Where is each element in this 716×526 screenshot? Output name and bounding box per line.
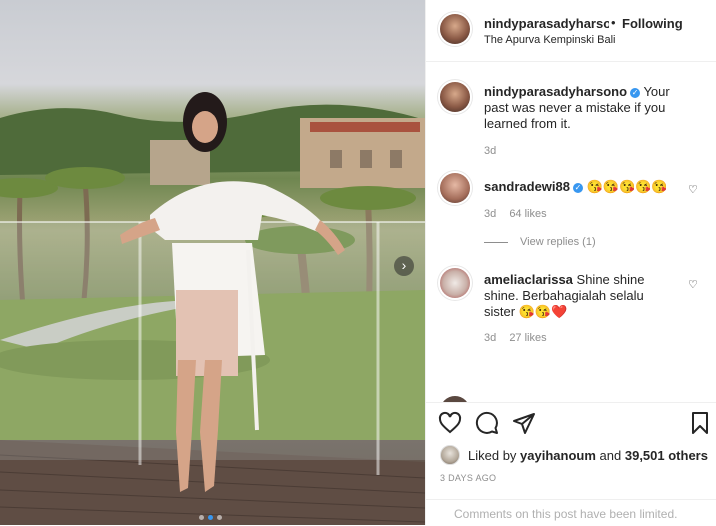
- carousel-dot-active: [208, 515, 213, 520]
- share-paper-plane-icon[interactable]: [512, 411, 536, 435]
- post-side-panel: nindyparasadyharsono • Following The Apu…: [425, 0, 716, 525]
- carousel-dots: [199, 515, 222, 520]
- author-username[interactable]: nindyparasadyharsono: [484, 16, 609, 31]
- carousel-dot: [217, 515, 222, 520]
- commenter-avatar[interactable]: [440, 268, 470, 298]
- liked-conjunction: and: [599, 447, 622, 463]
- comment-likes[interactable]: 64 likes: [509, 208, 546, 220]
- verified-badge-icon: ✓: [573, 183, 583, 193]
- commenter-avatar[interactable]: [440, 173, 470, 203]
- comment-likes[interactable]: 27 likes: [509, 332, 546, 344]
- caption-body: nindyparasadyharsono ✓ Your past was neve…: [484, 84, 684, 132]
- caption-meta: 3d: [484, 145, 506, 157]
- caption-author-avatar[interactable]: [440, 82, 470, 112]
- comment-username[interactable]: ameliaclarissa: [484, 272, 573, 287]
- photo-scene: [0, 92, 425, 525]
- like-comment-heart-icon[interactable]: ♡: [688, 278, 699, 291]
- likes-count-link[interactable]: 39,501 others: [625, 448, 708, 463]
- comment-bubble-icon[interactable]: [475, 411, 499, 435]
- chevron-right-icon: ›: [401, 257, 407, 273]
- verified-badge-icon: ✓: [630, 88, 641, 98]
- header-separator: •: [611, 15, 616, 30]
- liker-username[interactable]: yayihanoum: [520, 448, 596, 463]
- view-replies-button[interactable]: View replies (1): [484, 236, 596, 248]
- comment-body: ameliaclarissa Shine shine shine. Berbah…: [484, 272, 674, 320]
- comment-time[interactable]: 3d: [484, 208, 496, 220]
- author-avatar[interactable]: [440, 14, 470, 44]
- liked-prefix: Liked by: [468, 447, 517, 463]
- comment-body: sandradewi88 ✓ 😘😘😘😘😘: [484, 179, 684, 195]
- comment-meta: 3d 64 likes: [484, 208, 557, 220]
- post-actions: Liked by yayihanoum and 39,501 others 3 …: [426, 402, 716, 525]
- liked-by-row: Liked by yayihanoum and 39,501 others: [440, 445, 708, 465]
- post-header: nindyparasadyharsono • Following The Apu…: [426, 0, 716, 62]
- comment-username[interactable]: sandradewi88: [484, 179, 570, 194]
- view-replies-label: View replies (1): [520, 236, 596, 248]
- comment-text: 😘😘😘😘😘: [586, 179, 668, 194]
- post-date[interactable]: 3 DAYS AGO: [440, 473, 496, 483]
- like-comment-heart-icon[interactable]: ♡: [688, 183, 699, 196]
- save-bookmark-icon[interactable]: [688, 411, 712, 435]
- caption-username[interactable]: nindyparasadyharsono: [484, 84, 627, 99]
- following-button[interactable]: Following: [622, 16, 683, 31]
- carousel-dot: [199, 515, 204, 520]
- carousel-next-button[interactable]: ›: [394, 256, 414, 276]
- like-heart-icon[interactable]: [438, 411, 462, 435]
- location-link[interactable]: The Apurva Kempinski Bali: [484, 34, 615, 46]
- comment-meta: 3d 27 likes: [484, 332, 557, 344]
- comment-time[interactable]: 3d: [484, 332, 496, 344]
- replies-divider: [484, 241, 508, 243]
- post-photo: ›: [0, 0, 425, 525]
- caption-time[interactable]: 3d: [484, 145, 496, 157]
- liker-avatar[interactable]: [440, 445, 460, 465]
- comments-limited-notice: Comments on this post have been limited.: [426, 499, 716, 526]
